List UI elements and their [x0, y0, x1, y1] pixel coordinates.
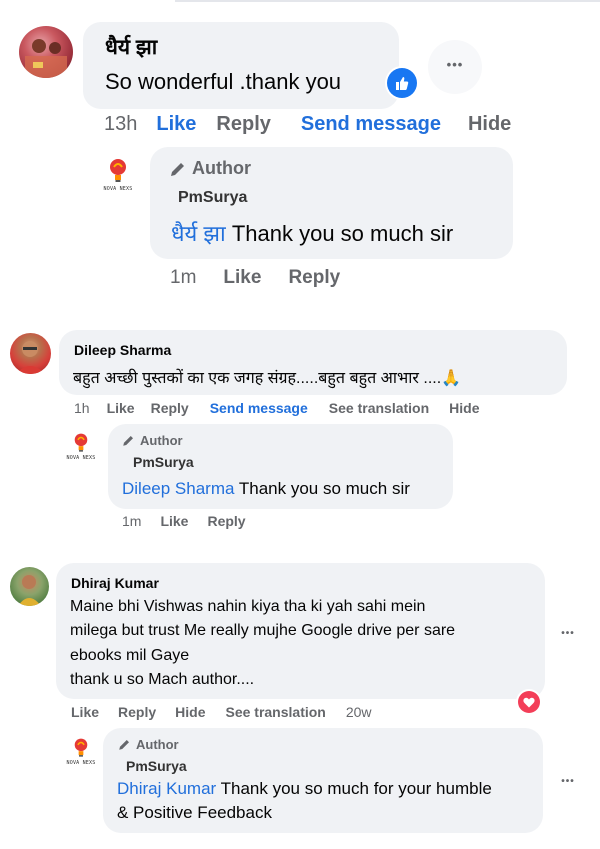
comment-bubble: धैर्य झा So wonderful .thank you: [83, 22, 399, 109]
top-divider: [175, 0, 600, 2]
comment-time[interactable]: 1h: [74, 400, 90, 416]
reply-time[interactable]: 1m: [170, 267, 196, 289]
like-button[interactable]: Like: [71, 704, 99, 720]
more-dots-icon: •••: [561, 628, 575, 639]
author-tag: Author: [168, 158, 251, 179]
commenter-avatar[interactable]: [10, 567, 49, 606]
see-translation-button[interactable]: See translation: [225, 704, 325, 720]
more-dots-icon: •••: [446, 57, 464, 72]
bulb-logo-icon: [74, 433, 88, 452]
page-logo[interactable]: NOVA NEXS: [100, 157, 136, 192]
mention-link[interactable]: Dileep Sharma: [122, 479, 234, 498]
bulb-logo-icon: [110, 159, 126, 182]
like-thumbs-up-icon[interactable]: [385, 66, 419, 100]
comment-actions: 1h Like Reply Send message See translati…: [74, 400, 480, 416]
reply-page-name[interactable]: PmSurya: [178, 189, 247, 207]
pencil-icon: [119, 740, 129, 750]
more-options-button[interactable]: •••: [555, 624, 581, 644]
like-button[interactable]: Like: [223, 267, 261, 289]
love-heart-icon[interactable]: [516, 689, 542, 715]
logo-label: NOVA NEXS: [66, 760, 96, 766]
comment-text-line: ebooks mil Gaye: [70, 647, 190, 664]
hide-button[interactable]: Hide: [449, 400, 479, 416]
mention-link[interactable]: Dhiraj Kumar: [117, 779, 216, 798]
mention-link[interactable]: धैर्य झा: [171, 221, 226, 246]
reply-button[interactable]: Reply: [288, 267, 340, 289]
reply-button[interactable]: Reply: [207, 513, 245, 529]
reply-button[interactable]: Reply: [118, 704, 156, 720]
comment-actions: Like Reply Hide See translation 20w: [71, 704, 372, 720]
commenter-avatar[interactable]: [19, 26, 73, 78]
hide-button[interactable]: Hide: [175, 704, 205, 720]
reply-time[interactable]: 1m: [122, 513, 141, 529]
reply-bubble: Author PmSurya Dhiraj Kumar Thank you so…: [103, 728, 543, 833]
reply-bubble: Author PmSurya धैर्य झा Thank you so muc…: [150, 147, 513, 259]
logo-label: NOVA NEXS: [66, 455, 96, 461]
reply-text-line: & Positive Feedback: [117, 803, 272, 822]
comment-actions: 13h Like Reply Send message Hide: [104, 113, 511, 136]
bulb-logo-icon: [74, 738, 88, 757]
comment-text-line: thank u so Mach author....: [70, 671, 255, 688]
pencil-icon: [171, 162, 184, 176]
author-tag: Author: [117, 737, 179, 752]
reply-button[interactable]: Reply: [151, 400, 189, 416]
like-button[interactable]: Like: [156, 113, 196, 136]
more-dots-icon: •••: [561, 776, 575, 787]
reply-actions: 1m Like Reply: [170, 267, 340, 289]
send-message-button[interactable]: Send message: [210, 400, 308, 416]
author-tag: Author: [121, 433, 183, 448]
comment-bubble: Dhiraj Kumar Maine bhi Vishwas nahin kiy…: [56, 563, 545, 699]
reply-actions: 1m Like Reply: [122, 513, 246, 529]
reply-text: Dileep Sharma Thank you so much sir: [122, 479, 410, 498]
comment-author-name[interactable]: धैर्य झा: [105, 33, 157, 61]
logo-label: NOVA NEXS: [103, 186, 133, 192]
reply-button[interactable]: Reply: [216, 113, 270, 136]
reply-page-name[interactable]: PmSurya: [133, 454, 194, 470]
send-message-button[interactable]: Send message: [301, 113, 441, 136]
reply-text: Dhiraj Kumar Thank you so much for your …: [117, 779, 492, 798]
comment-text: So wonderful .thank you: [105, 69, 342, 94]
like-button[interactable]: Like: [160, 513, 188, 529]
comment-text-line: milega but trust Me really mujhe Google …: [70, 622, 456, 639]
see-translation-button[interactable]: See translation: [329, 400, 429, 416]
more-options-button[interactable]: •••: [555, 772, 581, 792]
reply-page-name[interactable]: PmSurya: [126, 758, 187, 774]
comment-bubble: Dileep Sharma बहुत अच्छी पुस्तकों का एक …: [59, 330, 567, 395]
page-logo[interactable]: NOVA NEXS: [66, 737, 96, 766]
comment-time[interactable]: 20w: [346, 704, 372, 720]
comment-author-name[interactable]: Dhiraj Kumar: [71, 575, 159, 591]
comment-text-line: Maine bhi Vishwas nahin kiya tha ki yah …: [70, 598, 426, 615]
pencil-icon: [123, 436, 133, 446]
comment-time[interactable]: 13h: [104, 113, 137, 136]
hide-button[interactable]: Hide: [468, 113, 511, 136]
like-button[interactable]: Like: [107, 400, 135, 416]
more-options-button[interactable]: •••: [428, 40, 482, 94]
page-logo[interactable]: NOVA NEXS: [66, 432, 96, 461]
comment-text: बहुत अच्छी पुस्तकों का एक जगह संग्रह....…: [73, 370, 462, 387]
reply-text: धैर्य झा Thank you so much sir: [171, 221, 454, 246]
reply-bubble: Author PmSurya Dileep Sharma Thank you s…: [108, 424, 453, 509]
comment-author-name[interactable]: Dileep Sharma: [74, 342, 171, 358]
commenter-avatar[interactable]: [10, 333, 51, 374]
